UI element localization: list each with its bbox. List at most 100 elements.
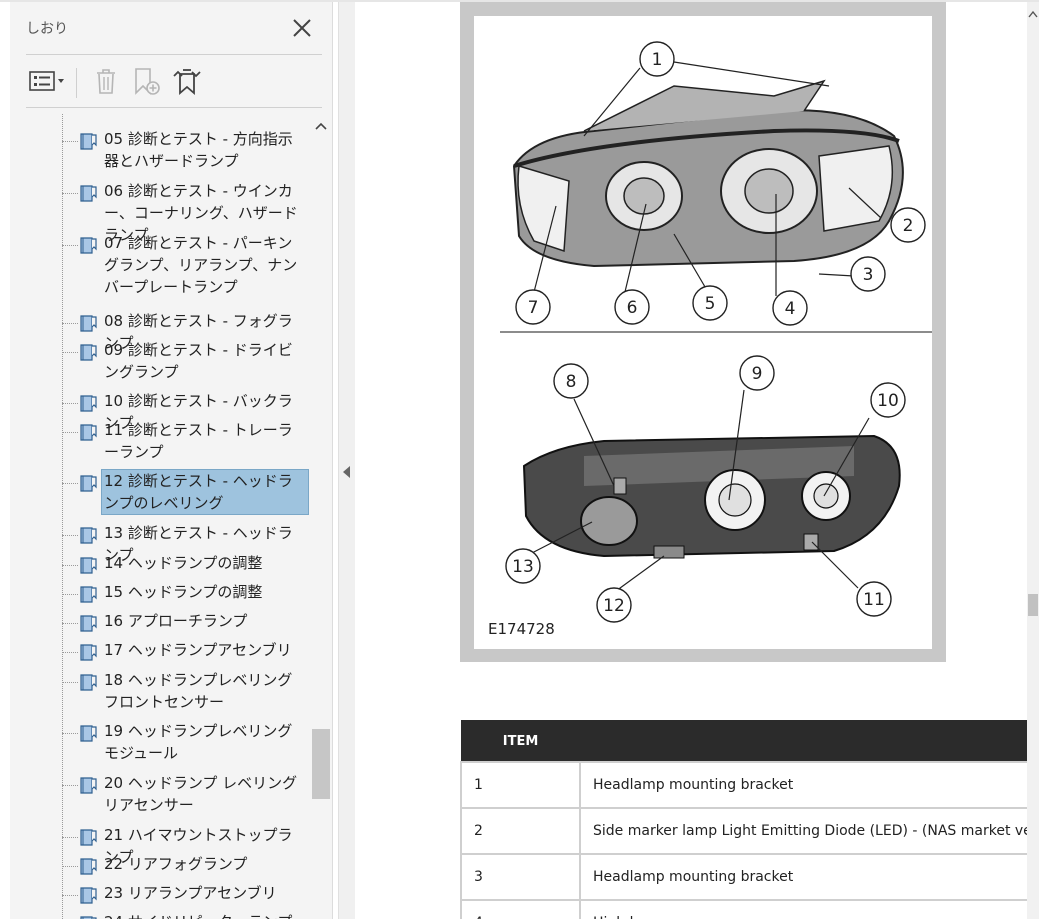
callout-10: 10 — [870, 382, 906, 418]
item-description: Headlamp mounting bracket — [579, 853, 1027, 901]
callout-number: 9 — [752, 364, 763, 384]
callout-number: 13 — [512, 557, 534, 577]
document-scrollbar[interactable] — [1027, 2, 1039, 919]
new-bookmark-icon — [135, 68, 160, 95]
bookmark-icon — [80, 674, 97, 691]
item-number: 2 — [460, 807, 581, 855]
table-row: 3 Headlamp mounting bracket — [460, 853, 1027, 901]
bookmark-icon — [80, 644, 97, 661]
tree-connector — [62, 323, 78, 324]
bookmark-item[interactable]: 05 診断とテスト - 方向指示器とハザードランプ — [62, 128, 310, 172]
bookmark-icon — [80, 475, 97, 492]
figure-frame: 1 2 3 4 5 6 7 8 9 10 11 12 13 E174728 — [460, 2, 946, 662]
headlamp-figure: 1 2 3 4 5 6 7 8 9 10 11 12 13 E174728 — [474, 16, 934, 649]
bookmark-label: 09 診断とテスト - ドライビングランプ — [104, 341, 293, 381]
delete-bookmark-button[interactable] — [92, 64, 120, 98]
headlamp-rear-view — [522, 434, 901, 559]
bookmark-label: 24 サイドリピーターランプ電球 — [102, 911, 308, 919]
bookmark-icon — [80, 237, 97, 254]
callout-12: 12 — [596, 587, 632, 623]
callout-number: 2 — [903, 216, 914, 236]
bookmark-item[interactable]: 19 ヘッドランプレベリングモジュール — [62, 720, 310, 764]
new-bookmark-button[interactable] — [130, 64, 162, 98]
callout-13: 13 — [505, 548, 541, 584]
bookmark-label: 20 ヘッドランプ レベリング リアセンサー — [104, 774, 298, 814]
bookmarks-toolbar — [26, 62, 326, 102]
tree-connector — [62, 785, 78, 786]
callout-number: 7 — [528, 298, 539, 318]
tree-connector — [62, 535, 78, 536]
callout-11: 11 — [856, 581, 892, 617]
close-icon — [293, 19, 311, 37]
bookmark-label: 23 リアランプアセンブリ — [104, 884, 277, 902]
toolbar-divider — [26, 54, 322, 55]
options-menu-icon — [29, 71, 64, 91]
bookmark-icon — [80, 916, 97, 919]
triangle-left-icon — [343, 466, 350, 478]
table-row: 4High beam — [460, 899, 1027, 919]
options-menu-button[interactable] — [28, 64, 68, 98]
bookmark-icon — [80, 395, 97, 412]
bookmark-item[interactable]: 18 ヘッドランプレベリングフロントセンサー — [62, 669, 310, 713]
panel-title: しおり — [26, 21, 68, 37]
bookmark-item[interactable]: 12 診断とテスト - ヘッドランプのレベリング — [62, 469, 310, 515]
bookmark-item[interactable]: 24 サイドリピーターランプ電球 — [62, 911, 310, 919]
tree-connector — [62, 245, 78, 246]
scroll-up-button[interactable] — [312, 118, 330, 134]
items-table: ITEM 1 Headlamp mounting bracket 2 Side mar… — [460, 720, 1027, 919]
bookmark-label: 18 ヘッドランプレベリングフロントセンサー — [104, 671, 293, 711]
chevron-up-icon — [1028, 10, 1038, 18]
scroll-up-button[interactable] — [1027, 8, 1039, 20]
headlamp-front-view — [512, 79, 904, 268]
callout-3: 3 — [850, 256, 886, 292]
bookmark-item[interactable]: 14 ヘッドランプの調整 — [62, 552, 310, 575]
bookmark-icon — [80, 527, 97, 544]
bookmark-item[interactable]: 15 ヘッドランプの調整 — [62, 581, 310, 604]
callout-number: 1 — [652, 50, 663, 70]
bookmark-icon — [80, 615, 97, 632]
bookmark-icon — [80, 315, 97, 332]
callout-number: 4 — [785, 299, 796, 319]
tree-connector — [62, 623, 78, 624]
callout-1: 1 — [639, 41, 675, 77]
bookmark-item[interactable]: 07 診断とテスト - パーキングランプ、リアランプ、ナンバープレートランプ — [62, 232, 310, 298]
bookmark-icon — [80, 858, 97, 875]
item-column-header: ITEM — [460, 720, 581, 763]
bookmark-item[interactable]: 11 診断とテスト - トレーラーランプ — [62, 419, 310, 463]
bookmark-icon — [80, 777, 97, 794]
bookmark-label: 22 リアフォグランプ — [104, 855, 248, 873]
callout-number: 12 — [603, 596, 625, 616]
bookmark-item[interactable]: 17 ヘッドランプアセンブリ — [62, 639, 310, 662]
bookmark-label: 15 ヘッドランプの調整 — [104, 583, 263, 601]
description-column-header — [579, 720, 1027, 763]
bookmark-item[interactable]: 16 アプローチランプ — [62, 610, 310, 633]
bookmark-label: 11 診断とテスト - トレーラーランプ — [104, 421, 293, 461]
trash-icon — [97, 69, 115, 94]
callout-number: 6 — [627, 298, 638, 318]
callout-number: 11 — [863, 590, 885, 610]
bookmark-scrollbar[interactable] — [312, 114, 330, 919]
bookmark-item[interactable]: 20 ヘッドランプ レベリング リアセンサー — [62, 772, 310, 816]
document-view: 1 2 3 4 5 6 7 8 9 10 11 12 13 E174728 ITEM 1 Headlamp… — [355, 2, 1027, 919]
bookmark-icon — [80, 557, 97, 574]
figure-code: E174728 — [488, 620, 555, 638]
bookmark-label: 07 診断とテスト - パーキングランプ、リアランプ、ナンバープレートランプ — [104, 234, 298, 296]
expand-bookmark-button[interactable] — [170, 64, 204, 98]
close-panel-button[interactable] — [290, 16, 314, 40]
tree-connector — [62, 733, 78, 734]
bookmark-item[interactable]: 23 リアランプアセンブリ — [62, 882, 310, 905]
callout-2: 2 — [890, 207, 926, 243]
bookmark-item[interactable]: 09 診断とテスト - ドライビングランプ — [62, 339, 310, 383]
tree-connector — [62, 652, 78, 653]
item-number: 3 — [460, 853, 581, 901]
scroll-thumb[interactable] — [1028, 594, 1038, 616]
bookmark-item[interactable]: 22 リアフォグランプ — [62, 853, 310, 876]
tree-connector — [62, 866, 78, 867]
tree-connector — [62, 483, 78, 484]
bookmark-icon — [80, 344, 97, 361]
scroll-thumb[interactable] — [312, 729, 330, 799]
item-description: High beam — [579, 899, 1027, 919]
tree-connector — [62, 895, 78, 896]
collapse-panel-button[interactable] — [341, 464, 353, 480]
panel-splitter[interactable] — [338, 2, 356, 919]
